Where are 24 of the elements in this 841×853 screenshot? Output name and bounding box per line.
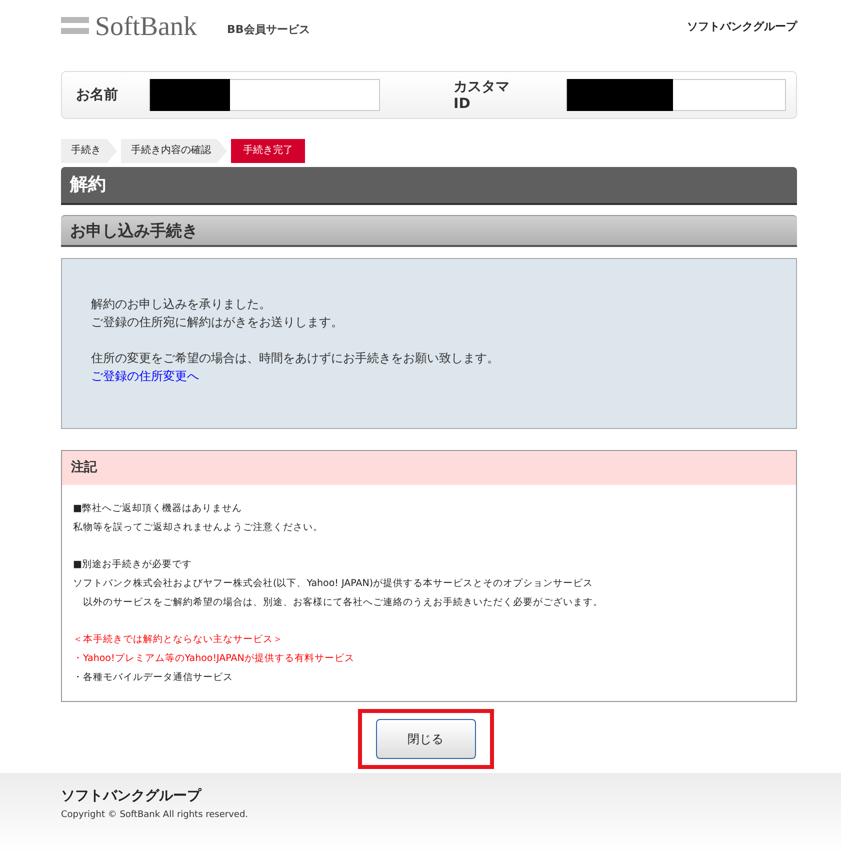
- note-title: 注記: [62, 451, 796, 485]
- copyright-text: Copyright © SoftBank All rights reserved.: [61, 810, 250, 820]
- message-text: 住所の変更をご希望の場合は、時間をあけずにお手続きをお願い致します。: [91, 350, 500, 367]
- note-text: ＜本手続きでは解約とならない主なサービス＞: [73, 633, 284, 647]
- logo-bars-icon: [61, 15, 89, 37]
- footer-group-name: ソフトバンクグループ: [61, 787, 203, 805]
- note-text: 私物等を誤ってご返却されませんようご注意ください。: [73, 521, 324, 535]
- message-text: ご登録の住所宛に解約はがきをお送りします。: [91, 314, 344, 331]
- note-text: ■別途お手続きが必要です: [73, 558, 193, 572]
- note-text: ・Yahoo!プレミアム等のYahoo!JAPANが提供する有料サービス: [73, 652, 356, 666]
- note-text: 以外のサービスをご解約希望の場合は、別途、お客様にて各社へご連絡のうえお手続きいただく必要がございます。: [82, 596, 604, 610]
- group-link[interactable]: ソフトバンクグループ: [687, 18, 797, 34]
- note-text: ・各種モバイルデータ通信サービス: [73, 671, 234, 685]
- service-name: BB会員サービス: [227, 22, 310, 36]
- field-label: お名前: [76, 86, 119, 104]
- page-title: 解約: [61, 167, 797, 205]
- field-label: カスタマID: [454, 78, 511, 112]
- close-button[interactable]: 閉じる: [376, 719, 476, 759]
- address-change-link[interactable]: ご登録の住所変更へ: [91, 367, 767, 385]
- logo-text: SoftBank: [95, 10, 198, 42]
- section-title: お申し込み手続き: [61, 215, 797, 247]
- note-text: ソフトバンク株式会社およびヤフー株式会社(以下、Yahoo! JAPAN)が提供する本サービスとそのオプションサービス: [73, 577, 594, 591]
- message-text: 解約のお申し込みを承りました。: [91, 296, 272, 313]
- note-text: ■弊社へご返却頂く機器はありません: [73, 502, 243, 516]
